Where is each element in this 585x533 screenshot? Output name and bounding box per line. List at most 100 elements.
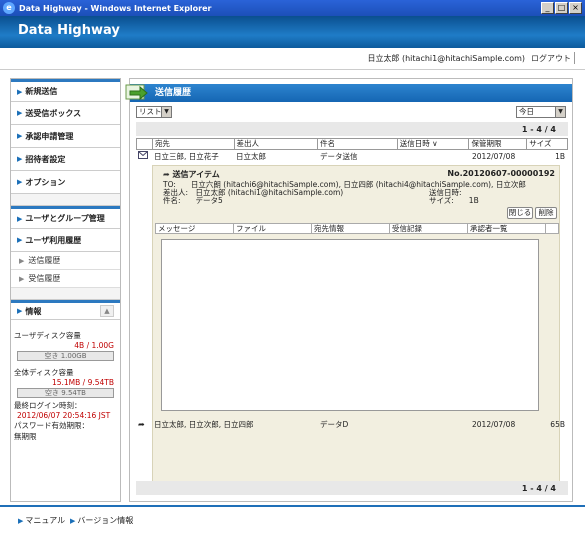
nav-sent-history[interactable]: ▶ 送信履歴 xyxy=(11,252,120,270)
row-subject: データ送信 xyxy=(320,151,358,161)
history-table-row2: ➦ 日立太郎, 日立次郎, 日立四郎 データD 2012/07/08 65B xyxy=(136,418,568,430)
nav-user-usage-history[interactable]: ▶ ユーザ利用履歴 xyxy=(11,229,120,252)
page-title: 送信履歴 xyxy=(130,84,572,102)
pager-bar-top xyxy=(136,122,568,136)
col-size[interactable]: サイズ xyxy=(527,139,567,149)
current-user: 日立太郎 (hitachi1@hitachiSample.com) xyxy=(367,54,525,63)
nav-received-history[interactable]: ▶ 受信履歴 xyxy=(11,270,120,288)
row-size: 1B xyxy=(555,151,565,161)
arrow-right-icon: ▶ xyxy=(17,132,23,140)
period-select-value: 今日 xyxy=(519,107,534,116)
tab-files[interactable]: ファイル xyxy=(234,224,312,233)
password-expiry-value: 無期限 xyxy=(14,432,37,441)
nav-label: 送受信ボックス xyxy=(25,108,82,118)
nav-label: 招待者設定 xyxy=(25,154,66,164)
col-expire[interactable]: 保管期限 xyxy=(469,139,528,149)
nav-sub-label: 送信履歴 xyxy=(28,256,61,265)
nav-spacer xyxy=(11,288,120,300)
left-navigation: ▶ 新規送信 ▶ 送受信ボックス ▶ 承認申請管理 ▶ 招待者設定 ▶ オプション ▶ ユー… xyxy=(10,78,121,502)
detail-title: ➦ 送信アイテム xyxy=(163,169,220,180)
table-row[interactable]: ➦ 日立太郎, 日立次郎, 日立四郎 データD 2012/07/08 65B xyxy=(136,418,568,430)
last-login-label: 最終ログイン時刻： xyxy=(14,401,82,410)
nav-label: ユーザ利用履歴 xyxy=(25,235,82,245)
user-bar: 日立太郎 (hitachi1@hitachiSample.com) ログアウト xyxy=(0,48,585,70)
detail-title-text: 送信アイテム xyxy=(172,170,220,179)
version-label: バージョン情報 xyxy=(77,516,134,525)
user-disk-free-bar: 空き 1.00GB xyxy=(17,351,114,361)
row-size: 65B xyxy=(550,419,565,429)
pager-bottom: 1 - 4 / 4 xyxy=(521,484,556,493)
collapse-icon[interactable]: ▲ xyxy=(100,305,114,317)
total-disk-label: 全体ディスク容量 xyxy=(14,368,74,377)
nav-label: 新規送信 xyxy=(25,87,58,96)
detail-tabs: メッセージ ファイル 宛先情報 受信記録 承認者一覧 xyxy=(155,223,559,234)
tab-approvers[interactable]: 承認者一覧 xyxy=(468,224,546,233)
last-login-value: 2012/06/07 20:54:16 JST xyxy=(17,411,111,420)
user-disk-value: 4B / 1.00G xyxy=(74,341,114,350)
envelope-icon xyxy=(136,151,152,161)
view-select[interactable]: リスト ▼ xyxy=(136,106,172,118)
minimize-button[interactable]: _ xyxy=(541,2,554,14)
pager-top: 1 - 4 / 4 xyxy=(521,125,556,134)
nav-send-receive-box[interactable]: ▶ 送受信ボックス xyxy=(11,102,120,125)
arrow-right-icon: ▶ xyxy=(17,178,23,186)
total-disk-value: 15.1MB / 9.54TB xyxy=(51,378,114,387)
detail-size: サイズ: 1B xyxy=(429,196,479,205)
version-link[interactable]: ▶ バージョン情報 xyxy=(70,515,133,526)
arrow-right-icon: ▶ xyxy=(70,517,76,525)
password-expiry-label: パスワード有効期限： xyxy=(14,421,89,430)
window-titlebar: e Data Highway - Windows Internet Explor… xyxy=(0,0,585,16)
detail-number: No.20120607-00000192 xyxy=(447,169,555,178)
nav-options[interactable]: ▶ オプション xyxy=(11,171,120,194)
delete-button[interactable]: 削除 xyxy=(535,207,557,219)
logout-link[interactable]: ログアウト xyxy=(531,53,571,64)
brand-logo: Data Highway xyxy=(18,23,120,38)
arrow-right-icon: ▶ xyxy=(19,274,25,283)
nav-approval-management[interactable]: ▶ 承認申請管理 xyxy=(11,125,120,148)
maximize-button[interactable]: □ xyxy=(555,2,568,14)
manual-link[interactable]: ▶ マニュアル xyxy=(18,515,65,526)
arrow-right-icon: ▶ xyxy=(18,517,24,525)
send-arrow-icon: ➦ xyxy=(138,419,145,429)
table-header: 宛先 差出人 件名 送信日時 ∨ 保管期限 サイズ xyxy=(136,138,568,150)
nav-invitee-settings[interactable]: ▶ 招待者設定 xyxy=(11,148,120,171)
arrow-right-icon: ▶ xyxy=(17,214,23,223)
divider xyxy=(574,52,575,64)
row-from: 日立太郎 xyxy=(236,151,266,161)
chevron-down-icon: ▼ xyxy=(161,107,171,117)
close-window-button[interactable]: × xyxy=(569,2,582,14)
chevron-down-icon: ▼ xyxy=(555,107,565,117)
send-arrow-icon: ➦ xyxy=(163,170,170,179)
close-button[interactable]: 閉じる xyxy=(507,207,533,219)
period-select[interactable]: 今日 ▼ xyxy=(516,106,566,118)
arrow-right-icon: ▶ xyxy=(17,307,23,315)
row-to: 日立太郎, 日立次郎, 日立四郎 xyxy=(154,419,254,429)
col-from[interactable]: 差出人 xyxy=(235,139,319,149)
col-sent-date[interactable]: 送信日時 ∨ xyxy=(398,139,470,149)
arrow-right-icon: ▶ xyxy=(17,236,23,244)
arrow-right-icon: ▶ xyxy=(17,87,23,96)
arrow-right-icon: ▶ xyxy=(17,109,23,117)
view-select-value: リスト xyxy=(139,107,162,116)
detail-right-info: 送信日時: サイズ: 1B xyxy=(429,189,479,205)
col-to[interactable]: 宛先 xyxy=(153,139,235,149)
message-content-area[interactable] xyxy=(161,239,539,411)
table-row[interactable]: 日立三郎, 日立花子 日立太郎 データ送信 2012/07/08 1B xyxy=(136,150,568,162)
arrow-right-icon: ▶ xyxy=(19,256,25,265)
tab-message[interactable]: メッセージ xyxy=(156,224,234,233)
info-body: ユーザディスク容量 4B / 1.00G 空き 1.00GB 全体ディスク容量 … xyxy=(11,320,120,442)
footer: ▶ マニュアル ▶ バージョン情報 xyxy=(0,505,585,533)
ie-icon: e xyxy=(3,2,15,14)
nav-user-group-management[interactable]: ▶ ユーザとグループ管理 xyxy=(11,206,120,229)
nav-label: オプション xyxy=(25,177,66,187)
pager-bar-bottom xyxy=(136,481,568,495)
col-icon xyxy=(137,139,153,149)
nav-label: ユーザとグループ管理 xyxy=(25,214,105,223)
tab-receipt-log[interactable]: 受信記録 xyxy=(390,224,468,233)
manual-label: マニュアル xyxy=(25,516,66,525)
tab-recipients[interactable]: 宛先情報 xyxy=(312,224,390,233)
nav-new-send[interactable]: ▶ 新規送信 xyxy=(11,79,120,102)
col-subject[interactable]: 件名 xyxy=(318,139,398,149)
main-panel: 送信履歴 リスト ▼ 今日 ▼ 1 - 4 / 4 宛先 差出人 件名 送信日時… xyxy=(125,78,573,502)
nav-spacer xyxy=(11,194,120,206)
